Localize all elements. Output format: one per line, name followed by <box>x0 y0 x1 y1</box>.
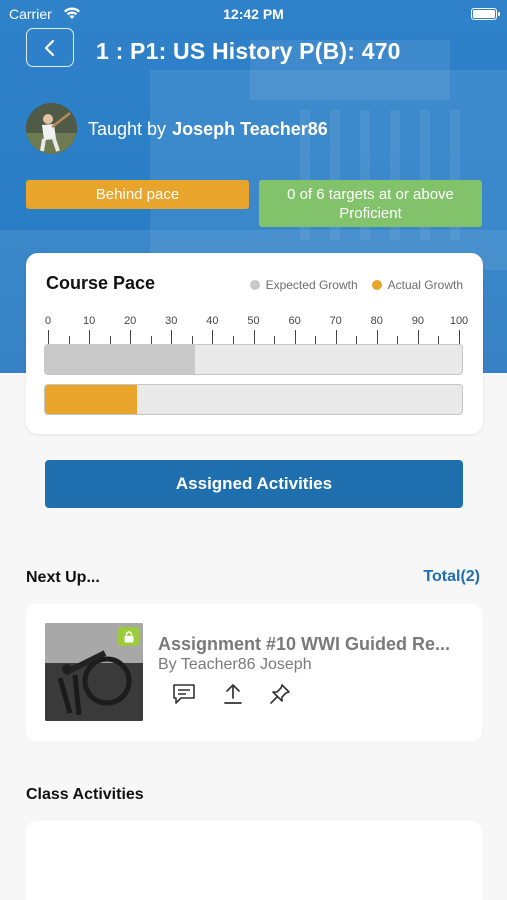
scale-tick <box>356 336 358 344</box>
assignment-card[interactable]: Assignment #10 WWI Guided Re... By Teach… <box>26 604 482 741</box>
scale-tick <box>109 336 111 344</box>
targets-status-badge: 0 of 6 targets at or above Proficient <box>259 180 482 227</box>
legend-expected-label: Expected Growth <box>265 278 358 292</box>
scale-label: 100 <box>449 315 469 327</box>
pace-status-badge: Behind pace <box>26 180 249 209</box>
scale-tick <box>232 336 234 344</box>
scale-tick <box>253 330 255 344</box>
actual-growth-fill <box>45 385 137 414</box>
scale-label: 80 <box>370 315 383 327</box>
page-title: 1 : P1: US History P(B): 470 <box>96 38 401 64</box>
upload-icon[interactable] <box>220 682 246 706</box>
scale-label: 90 <box>411 315 425 327</box>
assignment-title: Assignment #10 WWI Guided Re... <box>158 634 451 654</box>
scale-tick <box>315 336 317 344</box>
teacher-name: Joseph Teacher86 <box>172 119 328 139</box>
legend-actual: Actual Growth <box>371 278 463 292</box>
pin-icon[interactable] <box>267 682 293 706</box>
scale-tick <box>459 330 460 344</box>
assignment-author: By Teacher86 Joseph <box>158 656 312 673</box>
scale-tick <box>150 336 152 344</box>
scale-label: 30 <box>165 315 178 327</box>
class-activities-card <box>26 821 482 900</box>
scale-tick <box>417 330 419 344</box>
battery-icon <box>471 8 500 20</box>
scale-label: 40 <box>206 315 219 327</box>
class-activities-title: Class Activities <box>26 786 144 803</box>
pace-scale: 0 10 20 30 40 50 60 70 80 90 100 <box>44 315 468 345</box>
back-button[interactable] <box>26 28 74 67</box>
course-pace-title: Course Pace <box>46 273 156 293</box>
scale-tick <box>274 336 276 344</box>
assigned-activities-button[interactable]: Assigned Activities <box>45 460 463 508</box>
scale-tick <box>48 330 49 344</box>
scale-tick <box>376 330 378 344</box>
scale-tick <box>335 330 337 344</box>
expected-growth-fill <box>45 345 196 374</box>
scale-label: 0 <box>44 315 52 327</box>
total-link[interactable]: Total(2) <box>423 568 480 586</box>
chevron-left-icon <box>44 39 55 56</box>
scale-tick <box>191 336 193 344</box>
taught-by-row: Taught by Joseph Teacher86 <box>88 119 328 140</box>
next-up-title: Next Up... <box>26 569 100 586</box>
legend-actual-label: Actual Growth <box>387 278 463 292</box>
scale-tick <box>212 330 214 344</box>
scale-tick <box>130 330 132 344</box>
scale-label: 50 <box>247 315 260 327</box>
scale-label: 70 <box>329 315 342 327</box>
assignment-thumbnail <box>45 623 143 721</box>
taught-by-label: Taught by <box>88 119 167 139</box>
comment-icon[interactable] <box>171 682 197 706</box>
scale-tick <box>171 330 173 344</box>
scale-tick <box>438 336 440 344</box>
actual-growth-bar <box>44 384 463 415</box>
scale-label: 60 <box>288 315 301 327</box>
scale-tick <box>68 336 70 344</box>
expected-dot-icon <box>249 280 260 290</box>
expected-growth-bar <box>44 344 463 375</box>
scale-label: 20 <box>124 315 137 327</box>
scale-tick <box>294 330 296 344</box>
actual-dot-icon <box>371 280 382 290</box>
scale-label: 10 <box>82 315 96 327</box>
course-pace-card: Course Pace Expected Growth Actual Growt… <box>26 253 483 434</box>
scale-tick <box>397 336 399 344</box>
status-time: 12:42 PM <box>223 6 284 22</box>
lock-icon <box>118 627 139 646</box>
scale-tick <box>89 330 91 344</box>
status-bar: Carrier 12:42 PM <box>0 0 507 30</box>
legend-expected: Expected Growth <box>249 278 358 292</box>
teacher-avatar[interactable] <box>26 103 77 154</box>
pace-legend: Expected Growth Actual Growth <box>249 278 463 292</box>
